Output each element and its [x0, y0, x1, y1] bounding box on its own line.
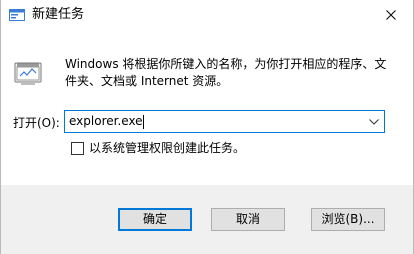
admin-checkbox-row[interactable]: 以系统管理权限创建此任务。 — [71, 140, 245, 156]
run-program-icon — [13, 57, 45, 89]
window-title: 新建任务 — [32, 7, 85, 22]
chevron-down-icon — [369, 118, 379, 125]
dropdown-button[interactable] — [364, 111, 384, 132]
open-input[interactable]: explorer.exe — [69, 114, 143, 129]
close-button[interactable] — [369, 0, 413, 30]
browse-button[interactable]: 浏览(B)... — [311, 208, 385, 231]
text-cursor — [143, 115, 144, 129]
admin-checkbox[interactable] — [71, 141, 84, 155]
run-dialog-icon — [9, 7, 25, 23]
open-combobox[interactable]: explorer.exe — [64, 110, 385, 133]
close-icon — [386, 10, 396, 20]
open-label: 打开(O): — [13, 116, 60, 130]
cancel-button[interactable]: 取消 — [211, 208, 285, 231]
admin-checkbox-label[interactable]: 以系统管理权限创建此任务。 — [89, 140, 245, 156]
title-bar[interactable]: 新建任务 — [1, 0, 413, 31]
ok-button[interactable]: 确定 — [118, 208, 192, 231]
instruction-text: Windows 将根据你所键入的名称，为你打开相应的程序、文件夹、文档或 Int… — [65, 57, 387, 88]
run-dialog: 新建任务 Windows 将根据你所键入的名称，为你打开相应的程序、文件夹、文档… — [0, 0, 414, 254]
